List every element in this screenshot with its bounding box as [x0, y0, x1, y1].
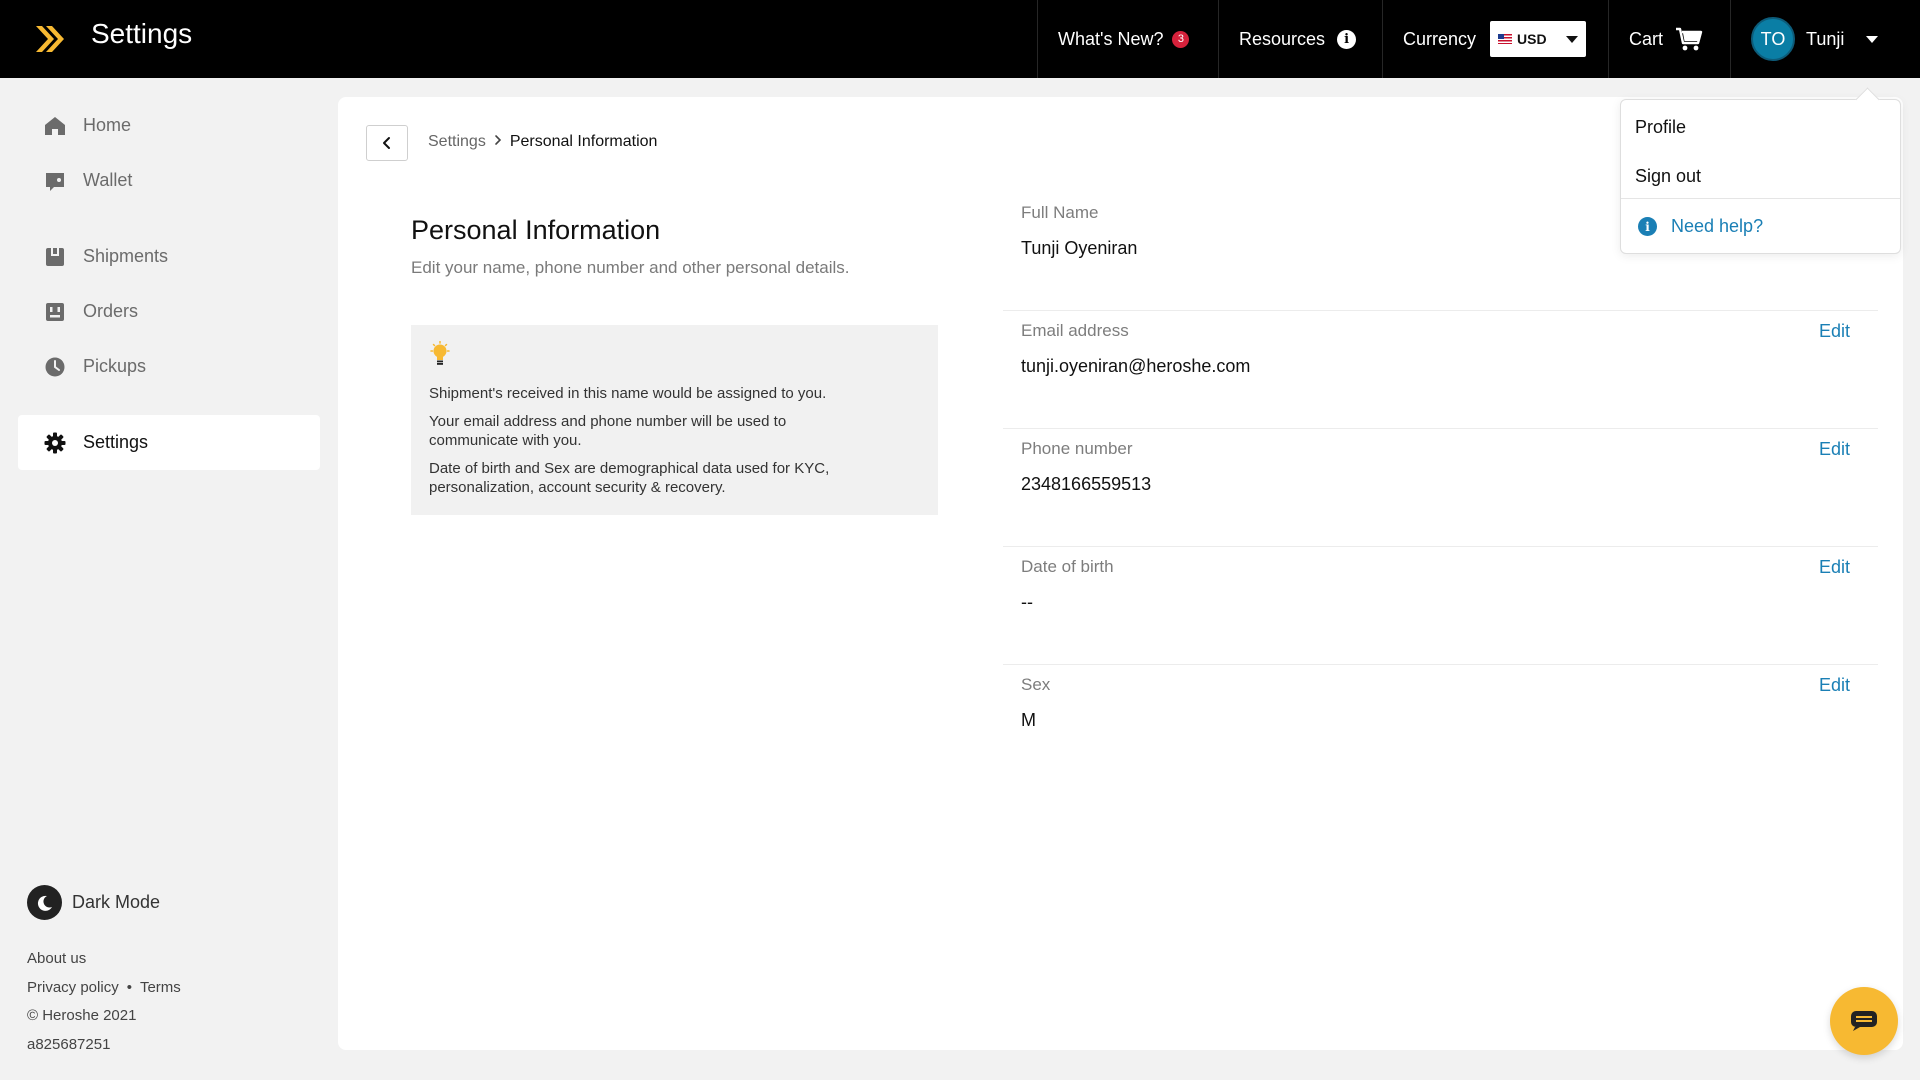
sidebar-item-wallet[interactable]: Wallet — [18, 153, 320, 208]
field-label: Sex — [1021, 675, 1051, 694]
sidebar-item-label: Pickups — [83, 356, 147, 376]
field-value: M — [1021, 710, 1036, 730]
chat-support-button[interactable] — [1830, 987, 1898, 1055]
profile-menu-item[interactable]: Profile — [1635, 117, 1686, 138]
about-link[interactable]: About us — [27, 950, 86, 967]
heroshe-logo[interactable] — [34, 24, 66, 54]
cart-label: Cart — [1629, 28, 1664, 49]
resources-label: Resources — [1239, 28, 1326, 49]
chat-icon — [1851, 1011, 1877, 1031]
terms-link[interactable]: Terms — [140, 979, 181, 996]
currency-dropdown[interactable]: USD — [1490, 21, 1587, 57]
field-label: Full Name — [1021, 203, 1099, 222]
pickups-icon — [44, 356, 66, 378]
tip-line: Date of birth and Sex are demographical … — [429, 460, 830, 496]
sidebar-item-label: Wallet — [83, 170, 133, 190]
breadcrumb-current: Personal Information — [509, 133, 658, 150]
info-icon: i — [1638, 217, 1657, 236]
sidebar-item-label: Shipments — [83, 246, 169, 266]
build-id: a825687251 — [27, 1035, 111, 1053]
sidebar-item-label: Settings — [83, 432, 149, 452]
moon-icon — [27, 885, 62, 920]
edit-phone-button[interactable]: Edit — [1819, 439, 1850, 460]
currency-selector: Currency USD — [1382, 0, 1608, 78]
top-bar: Settings What's New? 3 Resources i Curre… — [0, 0, 1920, 78]
menu-divider — [1621, 198, 1900, 199]
copyright: © Heroshe 2021 — [27, 1007, 137, 1024]
cart-icon — [1676, 27, 1703, 51]
resources-button[interactable]: Resources i — [1218, 0, 1382, 78]
field-label: Email address — [1021, 321, 1129, 340]
tip-line: Your email address and phone number will… — [429, 413, 787, 449]
user-dropdown-menu: Profile Sign out i Need help? — [1620, 99, 1901, 254]
tip-line: Shipment's received in this name would b… — [429, 385, 827, 402]
personal-info-fields: Full Name Tunji Oyeniran Email address t… — [1003, 193, 1878, 783]
field-phone: Phone number 2348166559513 Edit — [1003, 429, 1878, 547]
edit-dob-button[interactable]: Edit — [1819, 557, 1850, 578]
field-value: Tunji Oyeniran — [1021, 238, 1138, 258]
edit-email-button[interactable]: Edit — [1819, 321, 1850, 342]
separator-dot: • — [126, 978, 132, 996]
field-date-of-birth: Date of birth -- Edit — [1003, 547, 1878, 665]
need-help-label: Need help? — [1671, 216, 1764, 236]
sidebar-item-settings[interactable]: Settings — [18, 415, 320, 470]
dark-mode-toggle[interactable]: Dark Mode — [27, 885, 160, 920]
breadcrumb: Settings Personal Information — [428, 133, 657, 151]
sign-out-menu-item[interactable]: Sign out — [1635, 166, 1701, 187]
back-button[interactable] — [366, 125, 408, 161]
field-label: Date of birth — [1021, 557, 1114, 576]
sidebar-item-label: Home — [83, 115, 132, 135]
gear-icon — [44, 432, 66, 454]
cart-button[interactable]: Cart — [1608, 0, 1730, 78]
shipments-icon — [44, 246, 66, 268]
chevron-right-icon — [494, 133, 502, 151]
field-label: Phone number — [1021, 439, 1133, 458]
page-title: Personal Information — [411, 215, 661, 245]
field-value: 2348166559513 — [1021, 474, 1152, 494]
field-value: -- — [1021, 592, 1033, 612]
tip-box: Shipment's received in this name would b… — [411, 325, 938, 515]
edit-sex-button[interactable]: Edit — [1819, 675, 1850, 696]
notification-badge: 3 — [1172, 30, 1190, 48]
field-sex: Sex M Edit — [1003, 665, 1878, 783]
sidebar-item-pickups[interactable]: Pickups — [18, 339, 320, 394]
avatar: TO — [1751, 17, 1795, 61]
user-menu-button[interactable]: TO Tunji — [1730, 0, 1920, 78]
wallet-icon — [44, 170, 66, 192]
lightbulb-icon — [430, 340, 450, 365]
chevron-down-icon — [1866, 35, 1879, 43]
page-subtitle: Edit your name, phone number and other p… — [411, 258, 850, 277]
app-title: Settings — [91, 18, 193, 49]
sidebar-item-home[interactable]: Home — [18, 98, 320, 153]
sidebar-item-label: Orders — [83, 301, 139, 321]
need-help-link[interactable]: i Need help? — [1638, 216, 1763, 237]
whats-new-label: What's New? — [1058, 28, 1164, 49]
sidebar-item-orders[interactable]: Orders — [18, 284, 320, 339]
sidebar-footer: About us Privacy policy • Terms © Heroshe … — [27, 945, 181, 1059]
field-value: tunji.oyeniran@heroshe.com — [1021, 356, 1251, 376]
whats-new-button[interactable]: What's New? 3 — [1037, 0, 1218, 78]
dark-mode-label: Dark Mode — [72, 892, 161, 912]
privacy-link[interactable]: Privacy policy — [27, 979, 119, 996]
chevron-down-icon — [1566, 35, 1579, 43]
orders-icon — [44, 301, 66, 323]
sidebar-item-shipments[interactable]: Shipments — [18, 229, 320, 284]
breadcrumb-settings[interactable]: Settings — [428, 133, 486, 151]
chevron-left-icon — [383, 137, 390, 149]
info-icon: i — [1337, 29, 1357, 49]
user-name: Tunji — [1806, 28, 1845, 49]
currency-label: Currency — [1403, 28, 1477, 49]
currency-value: USD — [1517, 31, 1547, 47]
home-icon — [44, 115, 66, 137]
top-nav: What's New? 3 Resources i Currency USD C… — [1037, 0, 1920, 78]
sidebar: Home Wallet Shipments Orders Pickups Set… — [0, 78, 338, 1080]
field-email: Email address tunji.oyeniran@heroshe.com… — [1003, 311, 1878, 429]
us-flag-icon — [1498, 34, 1513, 44]
